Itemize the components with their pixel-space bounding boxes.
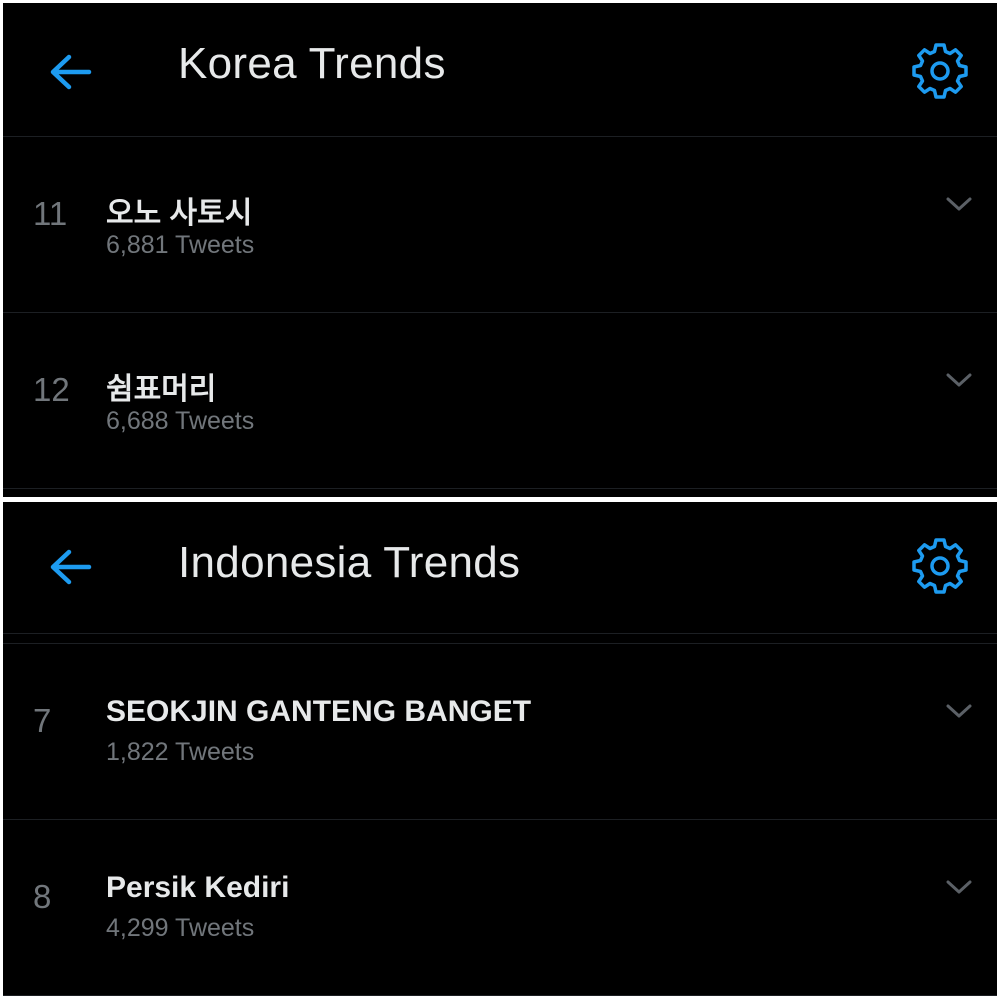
indonesia-header: Indonesia Trends xyxy=(3,502,997,634)
trend-rank: 12 xyxy=(33,371,70,408)
trend-menu-button[interactable] xyxy=(944,875,974,899)
back-button[interactable] xyxy=(45,542,95,592)
gear-icon xyxy=(912,43,968,99)
trend-name[interactable]: Persik Kediri xyxy=(106,871,289,905)
trend-rank: 7 xyxy=(33,702,52,739)
korea-header: Korea Trends xyxy=(3,3,997,137)
trend-row[interactable]: 7 SEOKJIN GANTENG BANGET 1,822 Tweets xyxy=(3,644,997,820)
divider xyxy=(3,634,997,644)
trend-name[interactable]: 쉼표머리 xyxy=(106,364,216,408)
indonesia-trends-screen: Indonesia Trends 7 SEOKJIN GANTENG BANGE… xyxy=(3,502,997,996)
trend-menu-button[interactable] xyxy=(944,368,974,392)
trend-name[interactable]: SEOKJIN GANTENG BANGET xyxy=(106,695,531,729)
tweet-count: 6,881 Tweets xyxy=(106,231,255,259)
tweet-count: 1,822 Tweets xyxy=(106,738,255,766)
chevron-down-icon xyxy=(946,880,972,894)
settings-button[interactable] xyxy=(912,43,968,99)
settings-button[interactable] xyxy=(912,538,968,594)
trend-rank: 8 xyxy=(33,878,52,915)
arrow-left-icon xyxy=(50,549,92,585)
trend-rank: 11 xyxy=(33,195,68,232)
chevron-down-icon xyxy=(946,704,972,718)
korea-trends-screen: Korea Trends 11 오노 사토시 6,881 Tweets 12 쉼… xyxy=(3,3,997,497)
arrow-left-icon xyxy=(50,54,92,90)
back-button[interactable] xyxy=(45,47,95,97)
trend-name[interactable]: 오노 사토시 xyxy=(106,188,252,232)
gear-icon xyxy=(912,538,968,594)
trend-row[interactable]: 8 Persik Kediri 4,299 Tweets xyxy=(3,820,997,996)
trend-row[interactable]: 12 쉼표머리 6,688 Tweets xyxy=(3,313,997,489)
trend-menu-button[interactable] xyxy=(944,699,974,723)
chevron-down-icon xyxy=(946,197,972,211)
tweet-count: 4,299 Tweets xyxy=(106,914,255,942)
trend-menu-button[interactable] xyxy=(944,192,974,216)
page-title: Indonesia Trends xyxy=(178,538,521,587)
tweet-count: 6,688 Tweets xyxy=(106,407,255,435)
trend-row[interactable]: 11 오노 사토시 6,881 Tweets xyxy=(3,137,997,313)
page-title: Korea Trends xyxy=(178,39,446,88)
chevron-down-icon xyxy=(946,373,972,387)
